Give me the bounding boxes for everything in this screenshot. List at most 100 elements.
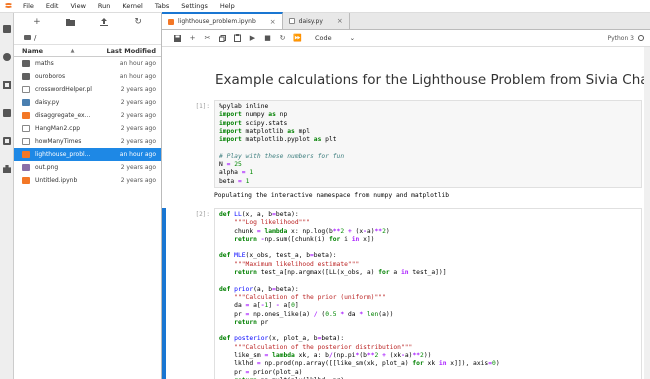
cell-prompt: [2]: — [195, 211, 210, 218]
file-name: disaggregate_ex... — [35, 112, 91, 119]
file-modified: 2 years ago — [120, 86, 156, 93]
file-list: maths an hour ago ouroboros an hour ago cros… — [14, 57, 161, 187]
notebook-body: Example calculations for the Lighthouse … — [162, 47, 650, 379]
paste-icon[interactable] — [230, 31, 245, 45]
command-palette-icon[interactable] — [3, 81, 11, 89]
python-file-icon — [22, 99, 30, 106]
extensions-icon[interactable] — [3, 165, 11, 173]
breadcrumb: / — [14, 31, 161, 44]
file-modified: 2 years ago — [120, 125, 156, 132]
file-name: ouroboros — [35, 73, 66, 80]
markdown-heading: Example calculations for the Lighthouse … — [215, 72, 650, 88]
name-column-header[interactable]: Name — [22, 47, 71, 55]
file-row[interactable]: crosswordHelper.pl 2 years ago — [14, 83, 161, 96]
stop-icon[interactable]: ■ — [260, 31, 275, 45]
file-row[interactable]: maths an hour ago — [14, 57, 161, 70]
menu-help[interactable]: Help — [220, 2, 235, 10]
property-inspector-icon[interactable] — [3, 109, 11, 117]
breadcrumb-path[interactable]: / — [34, 34, 36, 42]
code-cell-2[interactable]: [2]: def LL(x, a, b=beta): """Log likeli… — [174, 208, 642, 379]
chevron-down-icon: ⌄ — [349, 34, 356, 42]
running-kernels-icon[interactable] — [3, 53, 11, 61]
kernel-idle-icon — [638, 35, 644, 41]
tab-daisy-py[interactable]: daisy.py × — [283, 13, 350, 29]
refresh-button[interactable]: ↻ — [133, 17, 143, 27]
menu-file[interactable]: File — [23, 2, 34, 10]
tab-label: lighthouse_problem.ipynb — [178, 18, 256, 25]
notebook-toolbar: + ✂ ▶ ■ ↻ ⏩ Code ⌄ Python 3 — [162, 30, 650, 47]
scrollbar[interactable] — [644, 47, 650, 379]
file-modified: 2 years ago — [120, 177, 156, 184]
new-launcher-button[interactable]: + — [32, 17, 42, 27]
file-row[interactable]: disaggregate_ex... 2 years ago — [14, 109, 161, 122]
cell-type-dropdown[interactable]: Code ⌄ — [315, 34, 355, 42]
activity-rail — [0, 13, 14, 379]
file-icon — [22, 86, 30, 93]
file-row[interactable]: lighthouse_probl... an hour ago — [14, 148, 161, 161]
file-row[interactable]: Untitled.ipynb 2 years ago — [14, 174, 161, 187]
code-cell-1[interactable]: [1]: %pylab inline import numpy as np im… — [174, 100, 642, 208]
menu-tabs[interactable]: Tabs — [155, 2, 169, 10]
menu-bar: File Edit View Run Kernel Tabs Settings … — [0, 0, 650, 13]
close-icon[interactable]: × — [337, 17, 343, 25]
jupyter-logo-icon — [3, 0, 15, 12]
file-modified: 2 years ago — [120, 99, 156, 106]
kernel-status[interactable]: Python 3 — [607, 35, 644, 42]
new-folder-button[interactable] — [66, 17, 76, 27]
file-name: out.png — [35, 164, 59, 171]
file-row[interactable]: daisy.py 2 years ago — [14, 96, 161, 109]
insert-cell-icon[interactable]: + — [185, 31, 200, 45]
file-name: Untitled.ipynb — [35, 177, 78, 184]
file-name: daisy.py — [35, 99, 60, 106]
menu-view[interactable]: View — [70, 2, 85, 10]
cell-input[interactable]: %pylab inline import numpy as np import … — [214, 100, 642, 188]
fast-forward-icon[interactable]: ⏩ — [290, 31, 305, 45]
file-row[interactable]: out.png 2 years ago — [14, 161, 161, 174]
cut-icon[interactable]: ✂ — [200, 31, 215, 45]
tab-lighthouse-notebook[interactable]: lighthouse_problem.ipynb × — [162, 12, 283, 29]
home-folder-icon[interactable] — [24, 35, 31, 40]
image-icon — [22, 164, 30, 171]
file-modified: 2 years ago — [120, 164, 156, 171]
restart-icon[interactable]: ↻ — [275, 31, 290, 45]
file-modified: an hour ago — [119, 73, 156, 80]
file-name: howManyTimes — [35, 138, 82, 145]
menu-edit[interactable]: Edit — [46, 2, 59, 10]
open-tabs-icon[interactable] — [3, 137, 11, 145]
file-browser-icon[interactable] — [3, 25, 11, 33]
save-icon[interactable] — [170, 31, 185, 45]
file-row[interactable]: howManyTimes 2 years ago — [14, 135, 161, 148]
notebook-icon — [168, 18, 174, 25]
run-icon[interactable]: ▶ — [245, 31, 260, 45]
file-modified: an hour ago — [119, 60, 156, 67]
folder-icon — [22, 73, 30, 80]
file-row[interactable]: ouroboros an hour ago — [14, 70, 161, 83]
file-icon — [22, 125, 30, 132]
copy-icon[interactable] — [215, 31, 230, 45]
file-modified: 2 years ago — [120, 112, 156, 119]
menu-settings[interactable]: Settings — [181, 2, 208, 10]
sort-ascending-icon: ▲ — [70, 47, 75, 54]
menu-run[interactable]: Run — [98, 2, 110, 10]
file-name: HangMan2.cpp — [35, 125, 81, 132]
upload-button[interactable] — [99, 17, 109, 27]
cell-prompt: [1]: — [195, 103, 210, 110]
cell-type-value: Code — [315, 34, 332, 42]
file-row[interactable]: HangMan2.cpp 2 years ago — [14, 122, 161, 135]
menu-kernel[interactable]: Kernel — [122, 2, 142, 10]
notebook-icon — [22, 151, 30, 158]
kernel-name: Python 3 — [607, 34, 634, 42]
file-name: crosswordHelper.pl — [35, 86, 92, 93]
file-name: maths — [35, 60, 54, 67]
modified-column-header[interactable]: Last Modified — [107, 47, 156, 55]
tab-bar: lighthouse_problem.ipynb × daisy.py × — [162, 12, 650, 30]
file-list-header: Name ▲ Last Modified — [14, 44, 161, 57]
main-area: lighthouse_problem.ipynb × daisy.py × + … — [162, 12, 650, 379]
cell-output: Populating the interactive namespace fro… — [214, 192, 450, 199]
folder-icon — [22, 60, 30, 67]
notebook-icon — [22, 177, 30, 184]
tab-label: daisy.py — [298, 17, 323, 25]
file-name: lighthouse_probl... — [35, 151, 91, 158]
close-icon[interactable]: × — [270, 18, 276, 26]
cell-input[interactable]: def LL(x, a, b=beta): """Log likelihood"… — [214, 208, 642, 379]
